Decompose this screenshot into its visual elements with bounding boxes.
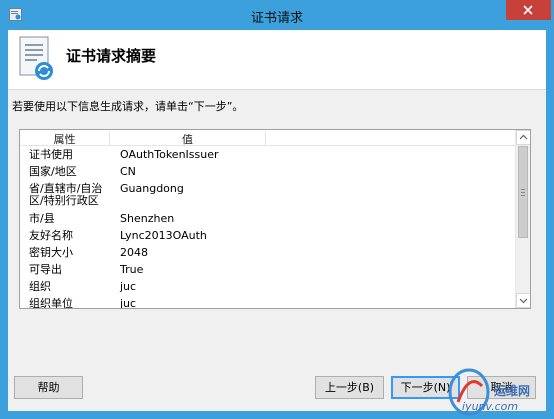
row-value: Lync2013OAuth [120,229,207,242]
dialog-window: 证书请求 证书请求摘要 若要使用以下信息生成请求，请单击“下一步”。 属性 值 … [0,0,554,419]
row-property: 组织 [29,280,51,293]
list-row-key-size[interactable]: 密钥大小 2048 [20,247,515,264]
grip-line [521,189,525,190]
scroll-up-button[interactable] [516,130,530,145]
column-header-property[interactable]: 属性 [20,131,110,146]
summary-list[interactable]: 属性 值 证书使用 OAuthTokenIssuer 国家/地区 CN 省/直辖… [19,129,531,309]
list-row-friendly-name[interactable]: 友好名称 Lync2013OAuth [20,230,515,247]
wizard-header: 证书请求摘要 [8,30,546,90]
list-header: 属性 值 [20,130,515,146]
row-property: 密钥大小 [29,246,73,259]
back-button[interactable]: 上一步(B) [315,376,384,399]
watermark-url: iyunv.com [462,400,519,413]
list-row-exportable[interactable]: 可导出 True [20,264,515,281]
row-value: OAuthTokenIssuer [120,148,219,161]
scroll-thumb[interactable] [518,146,528,238]
grip-line [521,192,525,193]
row-property: 国家/地区 [29,165,77,178]
window-title: 证书请求 [250,11,303,26]
scroll-down-button[interactable] [516,293,530,308]
row-value: Shenzhen [120,212,175,225]
help-button[interactable]: 帮助 [14,376,83,399]
row-property: 友好名称 [29,229,73,242]
list-row-organizational-unit[interactable]: 组织单位 juc [20,298,515,309]
certificate-request-icon [19,36,53,80]
row-property: 省/直辖市/自治 区/特别行政区 [29,183,109,207]
row-property: 组织单位 [29,297,73,309]
list-row-certificate-usage[interactable]: 证书使用 OAuthTokenIssuer [20,149,515,166]
row-property: 市/县 [29,212,55,225]
row-value: 2048 [120,246,148,259]
page-title: 证书请求摘要 [66,47,157,65]
row-value: juc [120,297,137,309]
close-button[interactable] [506,0,551,20]
row-value: juc [120,280,137,293]
vertical-scrollbar[interactable] [515,130,530,308]
dialog-body: 证书请求摘要 若要使用以下信息生成请求，请单击“下一步”。 属性 值 证书使用 … [8,30,546,411]
grip-line [521,195,525,196]
watermark-name: 运维网 [494,384,531,398]
row-property: 可导出 [29,263,62,276]
title-bar[interactable]: 证书请求 [0,0,554,30]
list-row-country[interactable]: 国家/地区 CN [20,166,515,183]
close-icon [523,5,533,15]
instruction-text: 若要使用以下信息生成请求，请单击“下一步”。 [12,100,244,113]
chevron-down-icon [519,298,528,304]
list-row-city[interactable]: 市/县 Shenzhen [20,213,515,230]
chevron-up-icon [519,134,528,140]
row-value: Guangdong [120,182,184,195]
row-property: 证书使用 [29,148,73,161]
row-value: CN [120,165,136,178]
list-rows: 证书使用 OAuthTokenIssuer 国家/地区 CN 省/直辖市/自治 … [20,149,515,309]
row-property-line-2: 区/特别行政区 [29,194,99,207]
list-row-organization[interactable]: 组织 juc [20,281,515,298]
column-header-value[interactable]: 值 [110,131,266,146]
list-row-province[interactable]: 省/直辖市/自治 区/特别行政区 Guangdong [20,183,515,213]
row-value: True [120,263,144,276]
